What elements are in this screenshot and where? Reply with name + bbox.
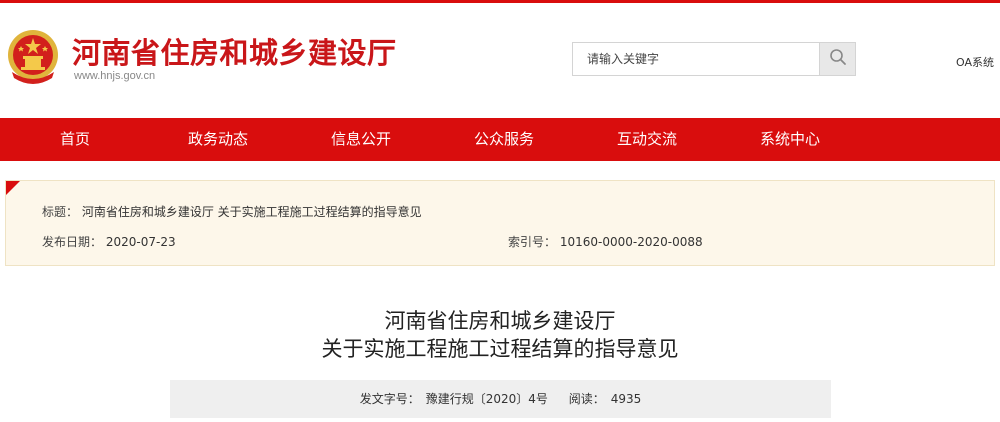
search-input[interactable] [573,43,819,75]
info-index-row: 索引号： 10160-0000-2020-0088 [508,233,703,250]
nav-item-public-services[interactable]: 公众服务 [474,118,534,161]
national-emblem-icon [6,28,60,88]
corner-marker [6,181,20,195]
reads-value: 4935 [610,392,642,406]
info-index-value: 10160-0000-2020-0088 [559,235,703,249]
info-title-label: 标题： [42,205,79,219]
doc-number-label: 发文字号： [359,392,420,406]
doc-number-value: 豫建行规〔2020〕4号 [425,392,548,406]
search-box [572,42,856,76]
oa-system-link[interactable]: OA系统 [956,54,994,70]
info-date-value: 2020-07-23 [105,235,176,249]
nav-item-government-news[interactable]: 政务动态 [188,118,248,161]
nav-item-interaction[interactable]: 互动交流 [617,118,677,161]
reads-label: 阅读： [568,392,605,406]
info-title-value: 河南省住房和城乡建设厅 关于实施工程施工过程结算的指导意见 [81,205,422,219]
site-title[interactable]: 河南省住房和城乡建设厅 [72,30,397,72]
info-index-label: 索引号： [508,235,557,249]
top-accent-line [0,0,1000,3]
main-nav: 首页 政务动态 信息公开 公众服务 互动交流 系统中心 [0,118,1000,161]
article-title-line2: 关于实施工程施工过程结算的指导意见 [321,337,679,361]
nav-item-home[interactable]: 首页 [60,118,90,161]
search-button[interactable] [819,43,855,75]
nav-item-system-center[interactable]: 系统中心 [760,118,820,161]
info-title-row: 标题： 河南省住房和城乡建设厅 关于实施工程施工过程结算的指导意见 [42,203,422,220]
site-url: www.hnjs.gov.cn [74,70,156,82]
info-date-label: 发布日期： [42,235,103,249]
search-icon [829,48,847,70]
document-info-panel: 标题： 河南省住房和城乡建设厅 关于实施工程施工过程结算的指导意见 发布日期： … [5,180,995,266]
article-title-line1: 河南省住房和城乡建设厅 [384,309,616,333]
article-meta-bar: 发文字号： 豫建行规〔2020〕4号 阅读： 4935 [170,380,831,418]
info-date-row: 发布日期： 2020-07-23 [42,233,176,250]
nav-item-info-disclosure[interactable]: 信息公开 [331,118,391,161]
